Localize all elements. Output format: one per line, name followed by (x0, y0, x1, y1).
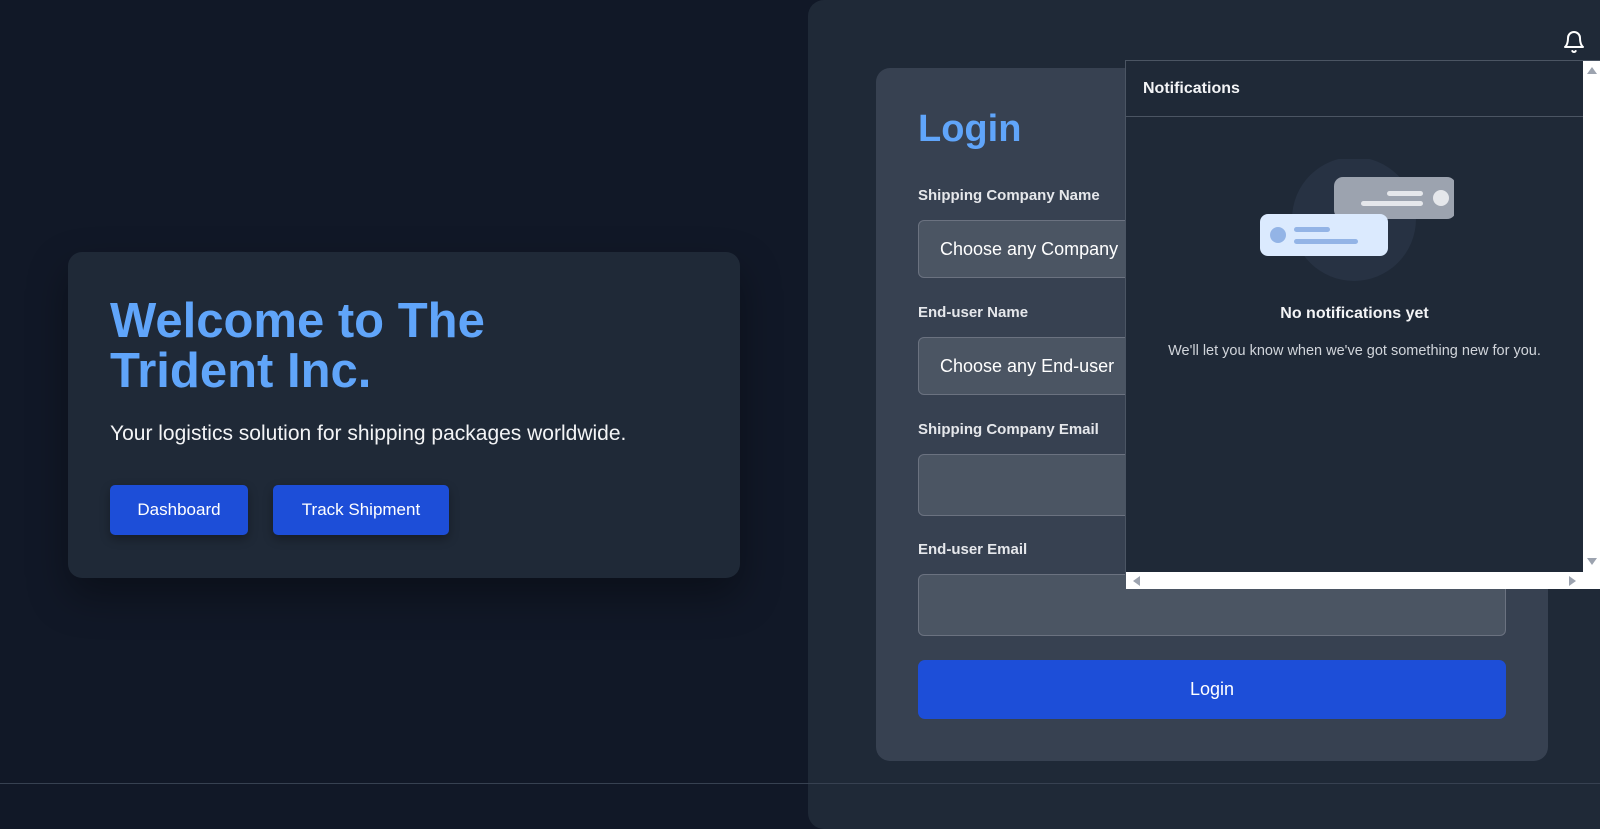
notifications-title: Notifications (1126, 61, 1583, 117)
notifications-panel: Notifications No notifications yet We'll… (1125, 60, 1600, 589)
enduser-name-value: Choose any End-user (940, 355, 1115, 376)
login-button[interactable]: Login (918, 660, 1506, 719)
scroll-up-icon[interactable] (1587, 67, 1597, 74)
login-title: Login (918, 108, 1022, 150)
empty-notifications-illustration (1254, 157, 1456, 281)
horizontal-scrollbar[interactable] (1126, 572, 1600, 589)
enduser-email-label: End-user Email (918, 541, 1028, 558)
vertical-scrollbar[interactable] (1583, 61, 1600, 572)
footer-divider (0, 783, 1600, 784)
enduser-name-label: End-user Name (918, 304, 1029, 321)
company-email-label: Shipping Company Email (918, 421, 1099, 438)
empty-notifications-text: We'll let you know when we've got someth… (1168, 343, 1541, 359)
track-shipment-button[interactable]: Track Shipment (273, 485, 449, 535)
welcome-title: Welcome to The Trident Inc. (110, 294, 485, 398)
welcome-card: Welcome to The Trident Inc. Your logisti… (68, 252, 740, 578)
welcome-subtitle: Your logistics solution for shipping pac… (110, 422, 627, 445)
scroll-right-icon[interactable] (1569, 576, 1576, 586)
company-name-value: Choose any Company (940, 238, 1119, 259)
company-name-label: Shipping Company Name (918, 187, 1100, 204)
empty-notifications-title: No notifications yet (1280, 305, 1429, 322)
bell-icon[interactable] (1562, 30, 1586, 54)
dashboard-button[interactable]: Dashboard (110, 485, 248, 535)
scroll-down-icon[interactable] (1587, 558, 1597, 565)
scroll-left-icon[interactable] (1133, 576, 1140, 586)
